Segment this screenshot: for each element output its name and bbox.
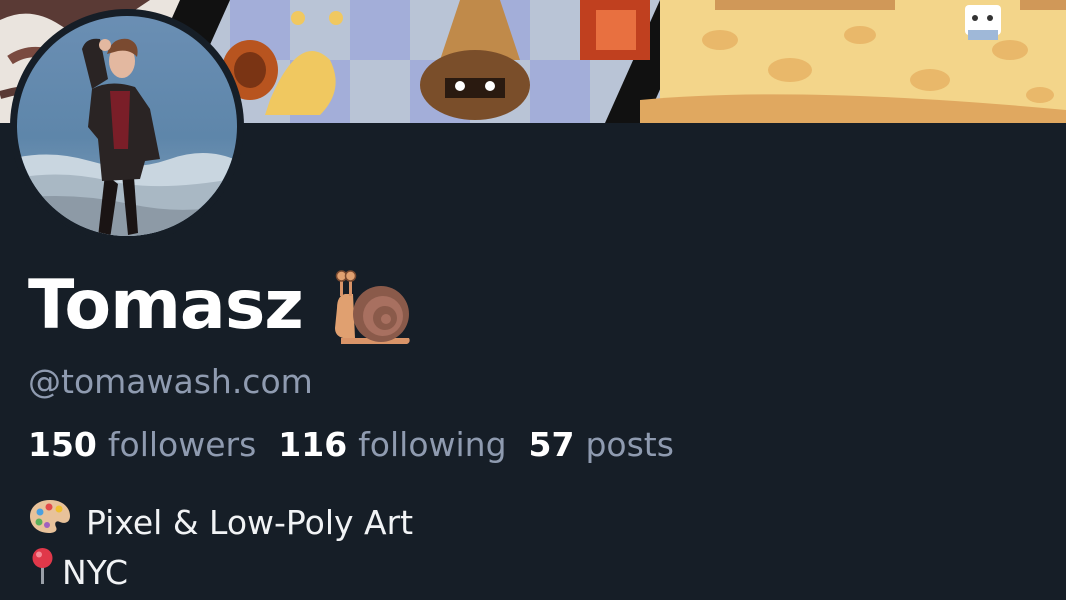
- following-stat[interactable]: 116 following: [278, 425, 506, 464]
- profile-handle: @tomawash.com: [28, 362, 313, 401]
- profile-stats: 150 followers 116 following 57 posts: [28, 425, 696, 464]
- posts-count: 57: [528, 425, 575, 464]
- display-name-row: Tomasz: [28, 260, 411, 350]
- display-name: Tomasz: [28, 265, 304, 345]
- bio-line: Pixel & Low-Poly Art: [28, 498, 413, 548]
- artist-palette-icon: [28, 496, 72, 550]
- following-count: 116: [278, 425, 348, 464]
- bio-line-text: NYC: [62, 553, 129, 592]
- profile-bio: Pixel & Low-Poly Art NYC: [28, 498, 413, 598]
- snail-emoji-icon: [331, 268, 411, 348]
- avatar[interactable]: [10, 9, 244, 243]
- followers-count: 150: [28, 425, 97, 464]
- posts-label: posts: [585, 425, 674, 464]
- round-pushpin-icon: [28, 546, 58, 600]
- bio-line: NYC: [28, 548, 413, 598]
- profile-page: Tomasz @tomawash.com 150 followers 116 f…: [0, 0, 1066, 600]
- posts-stat[interactable]: 57 posts: [529, 425, 674, 464]
- bio-line-text: Pixel & Low-Poly Art: [86, 503, 414, 542]
- followers-label: followers: [107, 425, 257, 464]
- following-label: following: [358, 425, 507, 464]
- followers-stat[interactable]: 150 followers: [28, 425, 256, 464]
